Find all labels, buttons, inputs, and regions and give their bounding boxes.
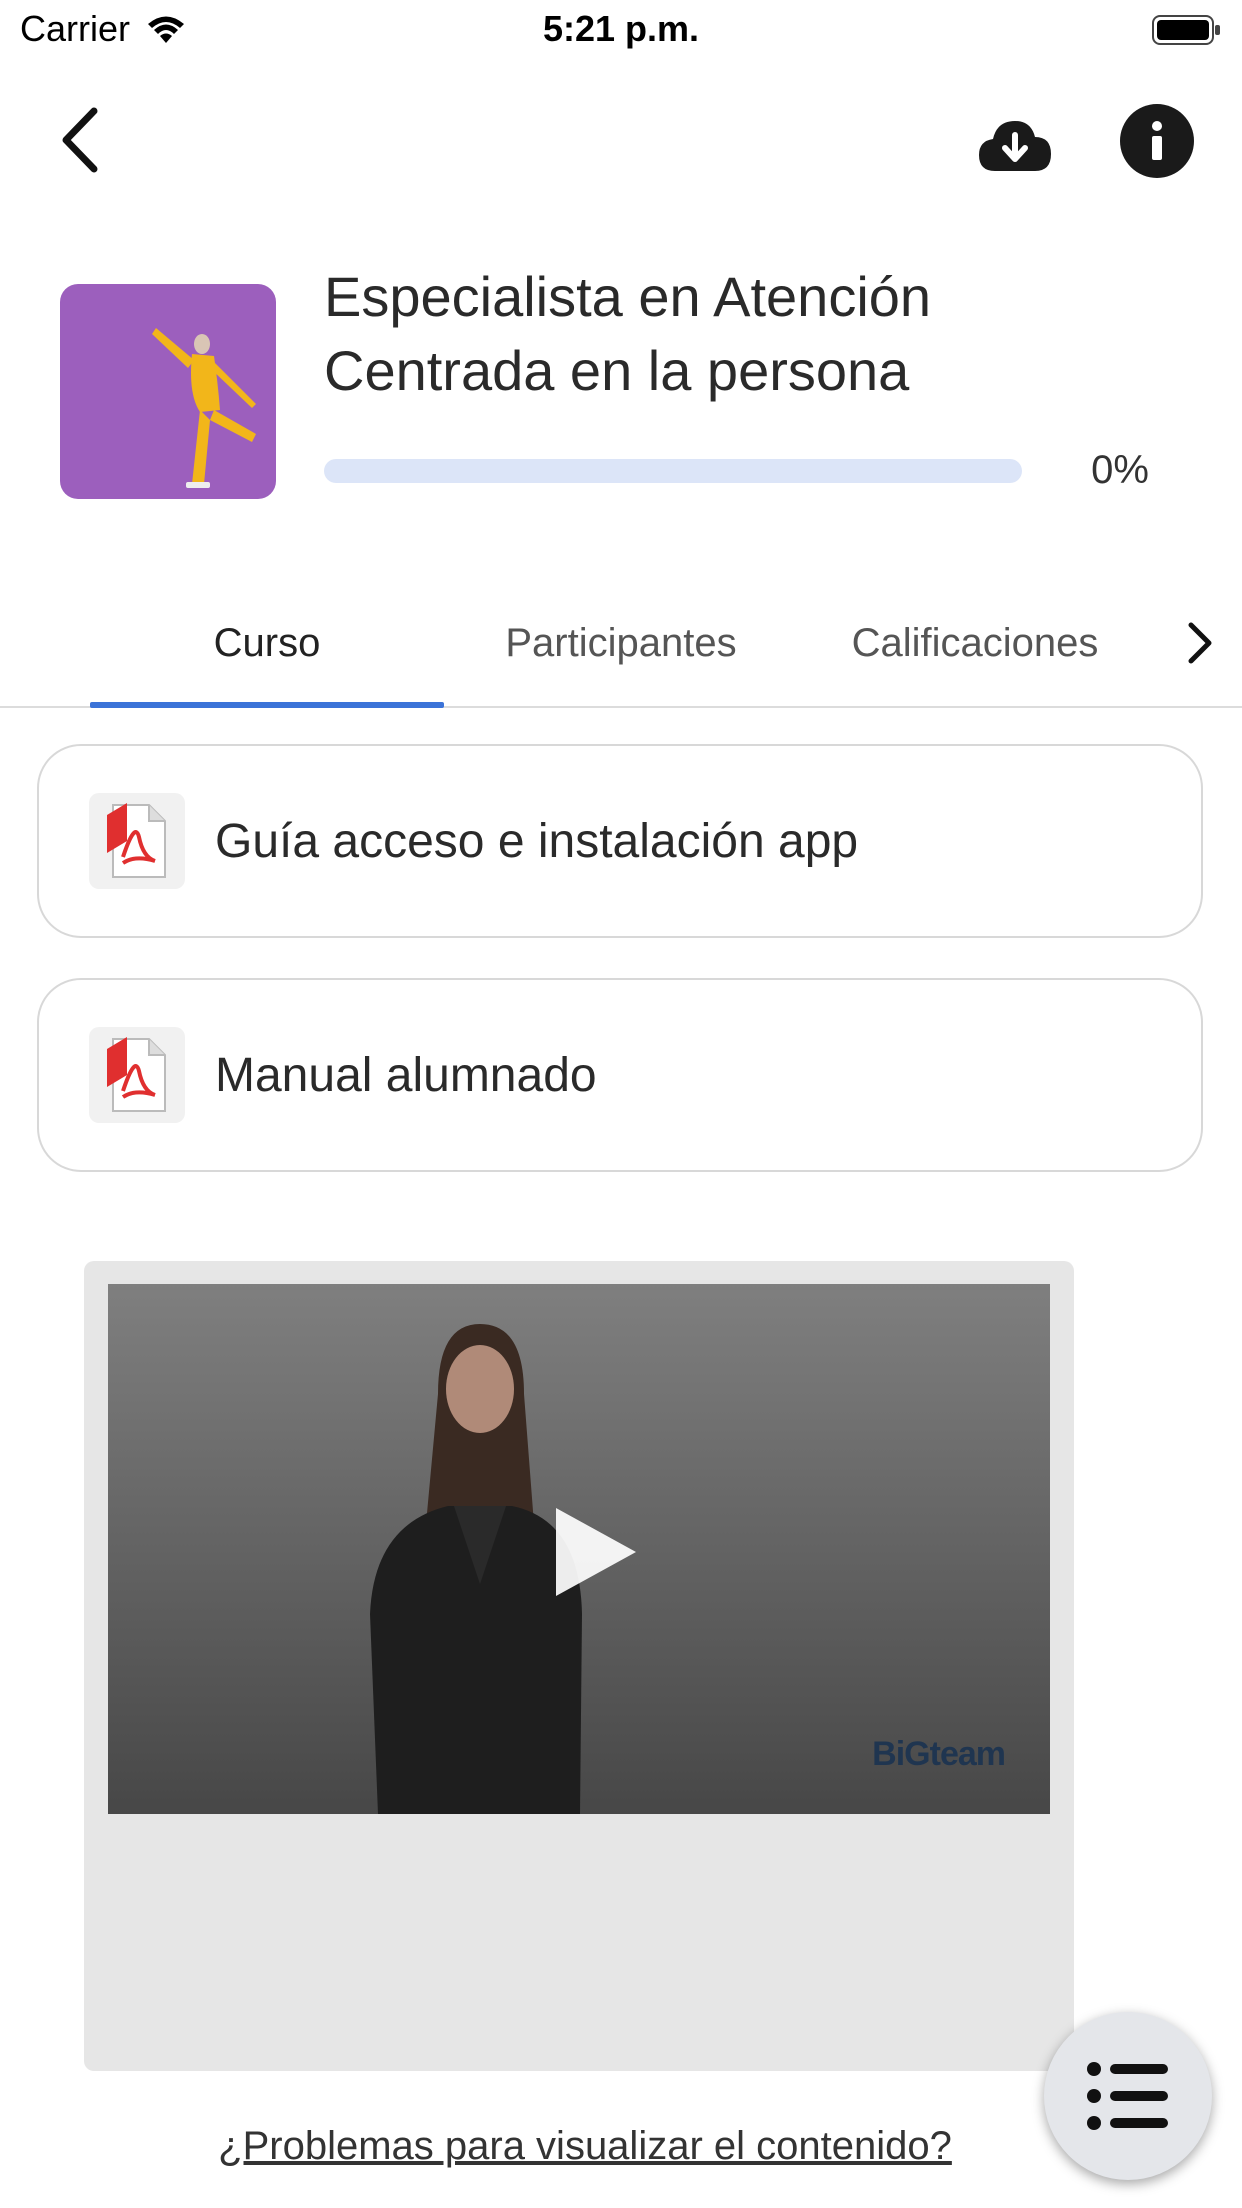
help-link[interactable]: ¿Problemas para visualizar el contenido? — [0, 2124, 1170, 2169]
tab-bar: Curso Participantes Calificaciones — [0, 580, 1242, 708]
status-time: 5:21 p.m. — [542, 8, 700, 49]
active-tab-indicator — [90, 702, 444, 708]
tab-participantes[interactable]: Participantes — [444, 580, 798, 706]
resource-card[interactable]: Manual alumnado — [37, 978, 1203, 1172]
video-player[interactable]: BiGteam — [108, 1284, 1050, 1814]
pdf-icon — [89, 793, 185, 889]
course-index-button[interactable] — [1044, 2012, 1212, 2180]
download-button[interactable] — [970, 100, 1060, 190]
course-thumbnail — [60, 284, 276, 499]
tab-label: Curso — [213, 620, 321, 665]
battery-icon — [1152, 14, 1222, 46]
info-button[interactable] — [1120, 104, 1194, 178]
chevron-left-icon — [62, 107, 98, 173]
resource-card[interactable]: Guía acceso e instalación app — [37, 744, 1203, 938]
list-icon — [1087, 2062, 1168, 2130]
course-title: Especialista en Atención Centrada en la … — [324, 265, 932, 402]
chevron-right-icon — [1188, 622, 1212, 664]
pdf-icon — [89, 1027, 185, 1123]
tab-curso[interactable]: Curso — [90, 580, 444, 706]
tabs-next-button[interactable] — [1170, 580, 1230, 706]
tab-label: Participantes — [505, 620, 737, 665]
tab-label: Calificaciones — [851, 620, 1099, 665]
play-icon[interactable] — [542, 1502, 642, 1602]
cloud-download-icon — [979, 121, 1051, 171]
back-button[interactable] — [44, 100, 116, 180]
course-progress-bar — [324, 459, 1022, 483]
resource-label: Guía acceso e instalación app — [215, 814, 859, 868]
video-watermark: BiGteam — [872, 1735, 1006, 1773]
progress-label: 0% — [1091, 448, 1149, 492]
resource-label: Manual alumnado — [215, 1048, 597, 1102]
info-icon — [1152, 121, 1162, 160]
tab-calificaciones[interactable]: Calificaciones — [798, 580, 1152, 706]
